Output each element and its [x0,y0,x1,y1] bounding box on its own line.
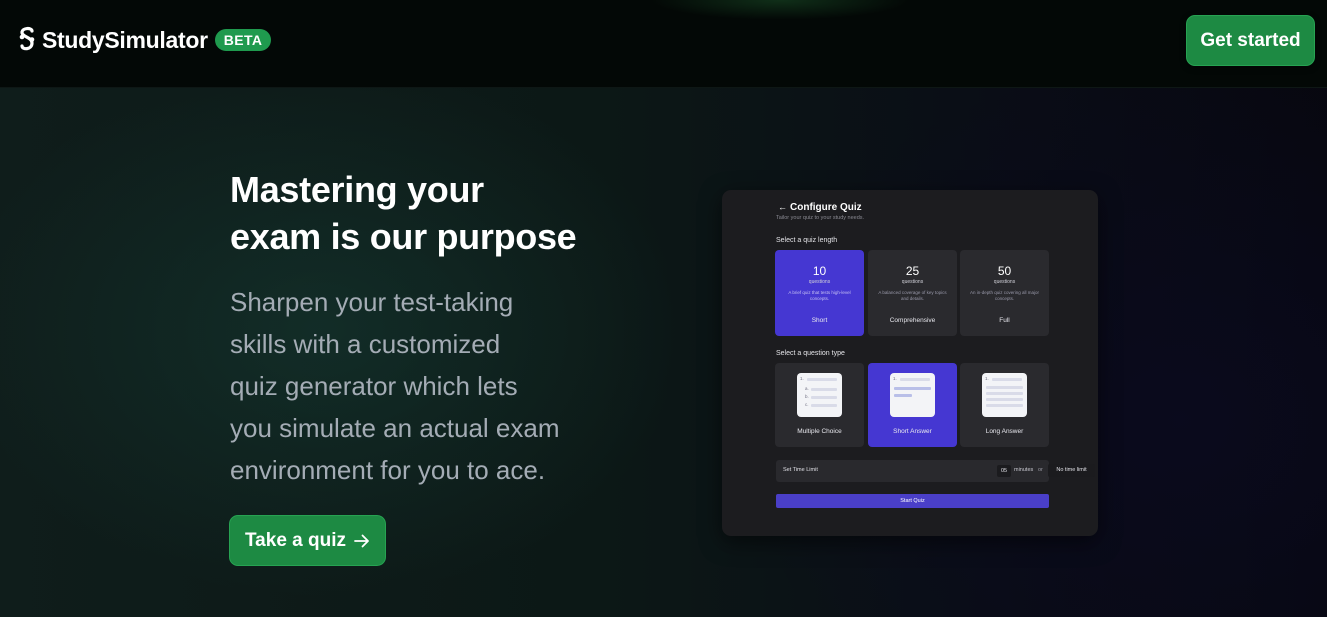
type-option-long-answer[interactable]: 1. Long Answer [960,363,1049,447]
get-started-button[interactable]: Get started [1186,15,1315,66]
length-option-comprehensive[interactable]: 25 questions A balanced coverage of key … [868,250,957,336]
time-or-label: or [1038,467,1043,473]
type-name: Short Answer [893,428,932,435]
length-option-short[interactable]: 10 questions A brief quiz that tests hig… [775,250,864,336]
type-option-multiple-choice[interactable]: 1. a. b. c. Multiple Choice [775,363,864,447]
hero-subtitle-line: you simulate an actual exam [230,413,560,443]
hero-subtitle: Sharpen your test-taking skills with a c… [230,281,610,491]
time-limit-label: Set Time Limit [783,467,818,473]
preview-title: Configure Quiz [790,202,862,213]
short-answer-document-icon: 1. [890,373,935,417]
hero-subtitle-line: quiz generator which lets [230,371,518,401]
type-name: Multiple Choice [797,428,842,435]
hero-subtitle-line: Sharpen your test-taking [230,287,514,317]
type-section-label: Select a question type [776,350,845,357]
length-description: A brief quiz that tests high-level conce… [788,290,851,301]
hero-subtitle-line: skills with a customized [230,329,501,359]
multiple-choice-document-icon: 1. a. b. c. [797,373,842,417]
hero-subtitle-line: environment for you to ace. [230,455,546,485]
type-option-short-answer[interactable]: 1. Short Answer [868,363,957,447]
length-count: 50 [997,264,1012,278]
hero-title-line: exam is our purpose [230,216,577,257]
hero-title-line: Mastering your [230,169,484,210]
length-name: Full [999,317,1010,324]
length-unit: questions [808,279,831,285]
logo-icon [19,26,35,51]
arrow-right-icon [354,534,369,547]
length-count: 25 [905,264,920,278]
take-quiz-label: Take a quiz [244,529,346,551]
page-background [0,0,1327,617]
length-name: Comprehensive [889,317,936,324]
configure-quiz-preview: ← Configure Quiz Tailor your quiz to you… [722,190,1098,536]
long-answer-document-icon: 1. [982,373,1027,417]
length-description: An in-depth quiz covering all major conc… [969,290,1040,301]
length-count: 10 [812,264,827,278]
brand[interactable]: StudySimulator BETA [17,25,272,55]
preview-subtitle: Tailor your quiz to your study needs. [776,215,865,221]
hero-title: Mastering your exam is our purpose [230,166,650,260]
time-unit-label: minutes [1014,467,1034,473]
type-name: Long Answer [985,428,1024,435]
length-section-label: Select a quiz length [776,237,838,244]
length-unit: questions [901,279,924,285]
back-arrow-icon[interactable]: ← [778,202,787,212]
no-time-limit-button[interactable]: No time limit [1048,464,1095,477]
length-option-full[interactable]: 50 questions An in-depth quiz covering a… [960,250,1049,336]
length-name: Short [811,317,828,324]
brand-name: StudySimulator [42,26,208,53]
time-limit-row: Set Time Limit 05 minutes or No time lim… [776,460,1095,482]
navbar: StudySimulator BETA Get started [0,0,1327,88]
start-quiz-button[interactable]: Start Quiz [776,494,1049,508]
length-unit: questions [993,279,1016,285]
length-description: A balanced coverage of key topics and de… [878,290,947,301]
beta-badge: BETA [214,29,272,51]
nav-glow [650,0,910,20]
take-quiz-button[interactable]: Take a quiz [229,515,386,566]
time-limit-input[interactable]: 05 [997,465,1011,477]
